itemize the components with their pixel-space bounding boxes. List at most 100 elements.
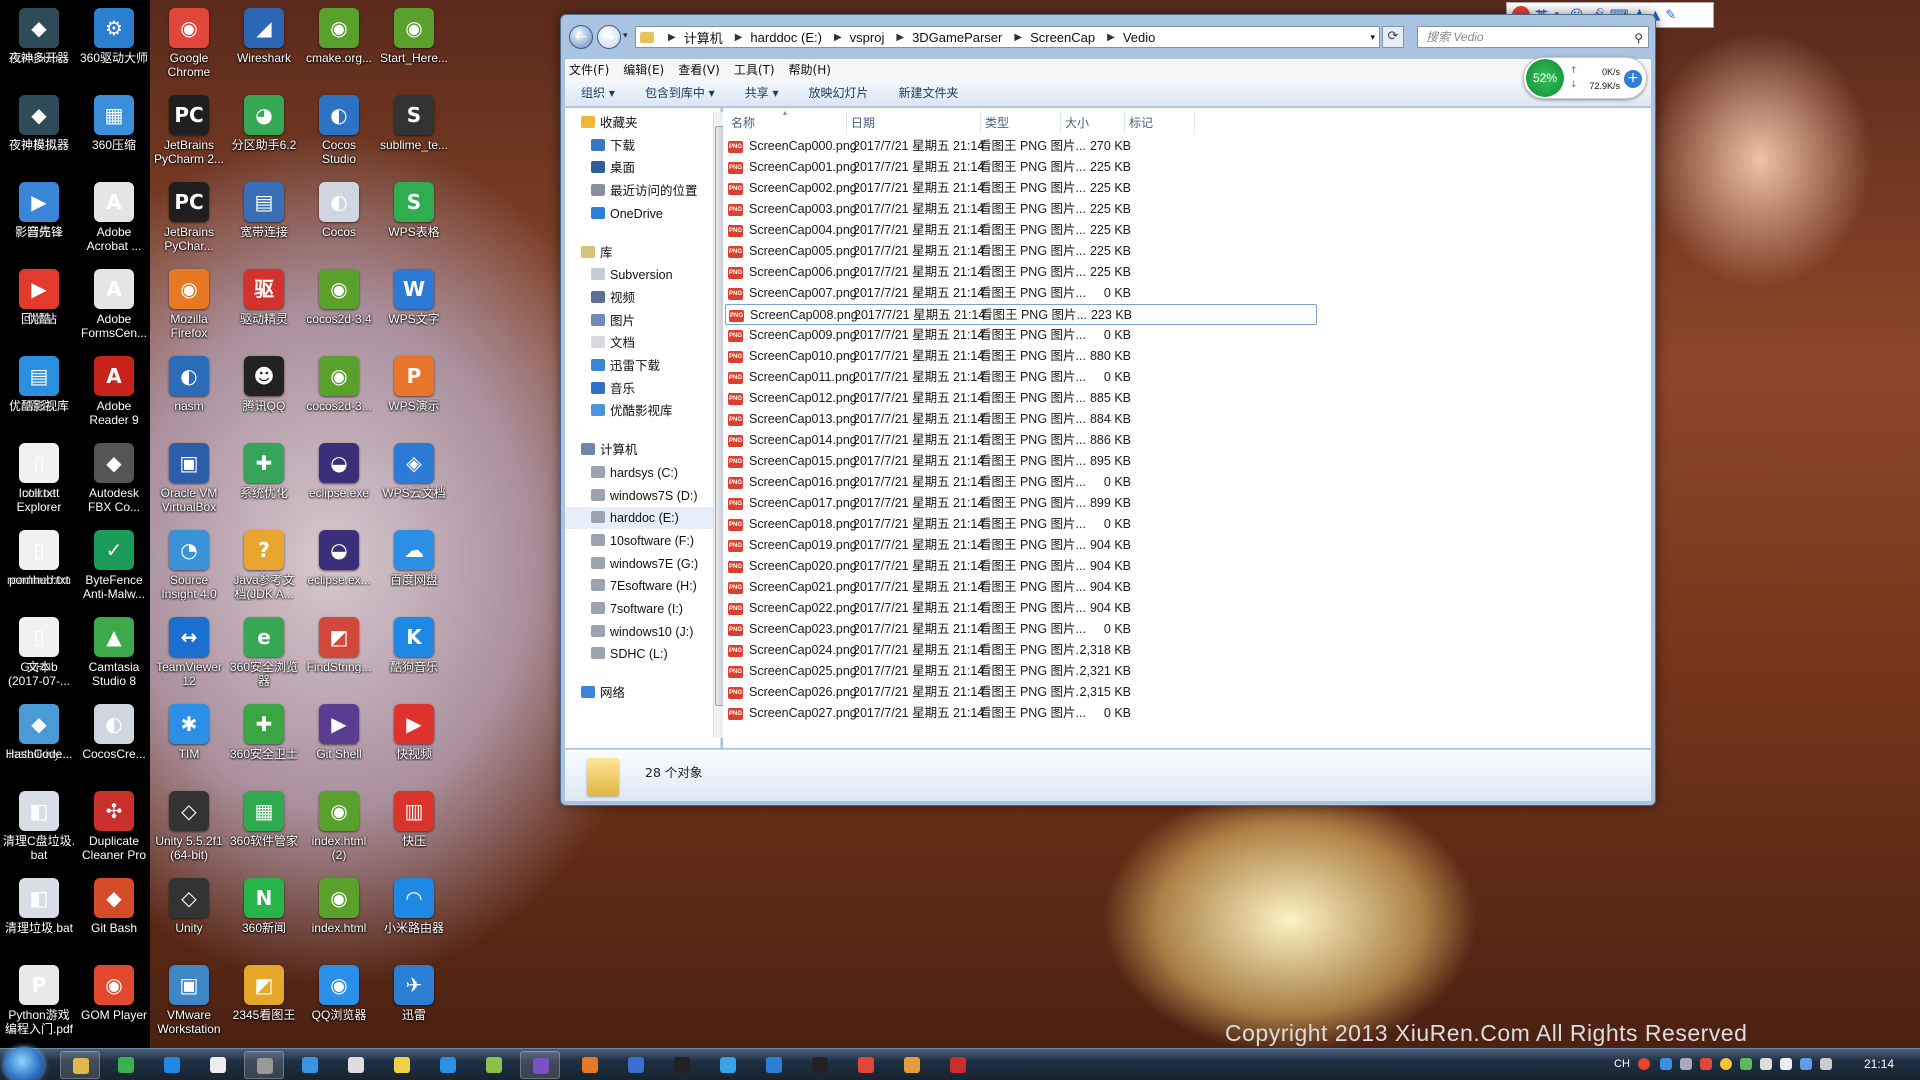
- desktop-icon[interactable]: ◉ cmake.org...: [300, 4, 378, 88]
- file-row[interactable]: PNG ScreenCap012.png 2017/7/21 星期五 21:14 看图…: [725, 388, 1317, 409]
- desktop-icon[interactable]: ☁ 百度网盘: [375, 526, 453, 610]
- menu-item[interactable]: 工具(T): [734, 61, 775, 78]
- tray-icon[interactable]: [1720, 1058, 1732, 1070]
- memory-percent[interactable]: 52%: [1526, 59, 1564, 97]
- nav-item[interactable]: 优酷影视库: [565, 400, 673, 422]
- desktop-icon[interactable]: ◇ Unity: [150, 874, 228, 958]
- desktop-icon[interactable]: ▶ 快视频: [375, 700, 453, 784]
- nav-computer[interactable]: 计算机: [565, 439, 638, 461]
- nav-item[interactable]: Subversion: [565, 264, 673, 286]
- desktop-icon[interactable]: ◔ Source Insight 4.0: [150, 526, 228, 610]
- desktop-icon[interactable]: ◐ Cocos Studio: [300, 91, 378, 175]
- language-indicator[interactable]: CH: [1614, 1058, 1630, 1070]
- desktop-icon[interactable]: ◆ Autodesk FBX Co...: [75, 439, 153, 523]
- taskbar-infinity-button[interactable]: [616, 1051, 656, 1079]
- taskbar-firefox-button[interactable]: [570, 1051, 610, 1079]
- file-row[interactable]: PNG ScreenCap004.png 2017/7/21 星期五 21:14 看图…: [725, 220, 1317, 241]
- forward-button[interactable]: →: [597, 25, 621, 49]
- file-row[interactable]: PNG ScreenCap016.png 2017/7/21 星期五 21:14 看图…: [725, 472, 1317, 493]
- desktop-icon[interactable]: ◕ 分区助手6.2: [225, 91, 303, 175]
- file-row[interactable]: PNG ScreenCap018.png 2017/7/21 星期五 21:14 看图…: [725, 514, 1317, 535]
- desktop-icon[interactable]: A Adobe Reader 9: [75, 352, 153, 436]
- desktop-icon[interactable]: e 360安全浏览 器: [225, 613, 303, 697]
- taskbar-vs-button[interactable]: [520, 1051, 560, 1079]
- file-row[interactable]: PNG ScreenCap022.png 2017/7/21 星期五 21:14 看图…: [725, 598, 1317, 619]
- desktop-icon[interactable]: ▦ 360软件管家: [225, 787, 303, 871]
- desktop-icon[interactable]: ✱ TIM: [150, 700, 228, 784]
- desktop-icon[interactable]: N 360新闻: [225, 874, 303, 958]
- desktop-icon[interactable]: ◉ index.html (2): [300, 787, 378, 871]
- breadcrumb-arrow-icon[interactable]: ▶: [1014, 32, 1022, 43]
- taskbar-chrome-button[interactable]: [846, 1051, 886, 1079]
- nav-item[interactable]: 音乐: [565, 378, 635, 400]
- nav-item[interactable]: 下载: [565, 135, 635, 157]
- taskbar-unity-button[interactable]: [244, 1051, 284, 1079]
- desktop-icon[interactable]: A Adobe FormsCen...: [75, 265, 153, 349]
- column-header[interactable]: 大小: [1061, 112, 1125, 134]
- taskbar-chat-button[interactable]: [382, 1051, 422, 1079]
- desktop-icon[interactable]: ◆ 夜神多开器: [0, 4, 78, 88]
- column-header[interactable]: 日期: [847, 112, 981, 134]
- file-row[interactable]: PNG ScreenCap003.png 2017/7/21 星期五 21:14 看图…: [725, 199, 1317, 220]
- nav-drive[interactable]: 10software (F:): [565, 530, 694, 552]
- address-dropdown-icon[interactable]: ▾: [1370, 32, 1375, 43]
- file-row[interactable]: PNG ScreenCap024.png 2017/7/21 星期五 21:14 看图…: [725, 640, 1317, 661]
- desktop-icon[interactable]: ▯ 文本 (2017-07-...: [0, 613, 78, 697]
- desktop-icon[interactable]: ◐ Cocos: [300, 178, 378, 262]
- desktop-icon[interactable]: ▶ Git Shell: [300, 700, 378, 784]
- desktop-icon[interactable]: ◩ FindString...: [300, 613, 378, 697]
- desktop-icon[interactable]: ◉ cocos2d-3.4: [300, 265, 378, 349]
- taskbar-shield-button[interactable]: [198, 1051, 238, 1079]
- breadcrumb-item[interactable]: 3DGameParser: [912, 30, 1002, 45]
- desktop-icon[interactable]: ◐ nasm: [150, 352, 228, 436]
- desktop-icon[interactable]: ◆ 夜神模拟器: [0, 91, 78, 175]
- desktop-icon[interactable]: ✈ 迅雷: [375, 961, 453, 1045]
- nav-drive[interactable]: windows7S (D:): [565, 485, 698, 507]
- wrench-icon[interactable]: ✎: [1665, 8, 1676, 23]
- taskbar-browser-button[interactable]: [428, 1051, 468, 1079]
- address-bar[interactable]: ▶ 计算机 ▶ harddoc (E:) ▶ vsproj ▶ 3DGameParser ▶ S…: [635, 26, 1380, 48]
- breadcrumb-item[interactable]: Vedio: [1123, 30, 1156, 45]
- nav-network[interactable]: 网络: [565, 682, 625, 704]
- file-row[interactable]: PNG ScreenCap009.png 2017/7/21 星期五 21:14 看图…: [725, 325, 1317, 346]
- back-button[interactable]: ←: [569, 25, 593, 49]
- file-row[interactable]: PNG ScreenCap008.png 2017/7/21 星期五 21:14 看图…: [725, 304, 1317, 325]
- file-row[interactable]: PNG ScreenCap025.png 2017/7/21 星期五 21:14 看图…: [725, 661, 1317, 682]
- desktop-icon[interactable]: ◉ Google Chrome: [150, 4, 228, 88]
- desktop-icon[interactable]: ◒ eclipse.exe: [300, 439, 378, 523]
- search-icon[interactable]: ⚲: [1634, 28, 1643, 48]
- desktop-icon[interactable]: ⚙ 360驱动大师: [75, 4, 153, 88]
- tray-icon[interactable]: [1680, 1058, 1692, 1070]
- desktop-icon[interactable]: ◩ 2345看图王: [225, 961, 303, 1045]
- file-row[interactable]: PNG ScreenCap013.png 2017/7/21 星期五 21:14 看图…: [725, 409, 1317, 430]
- desktop-icon[interactable]: P Python游戏 编程入门.pdf: [0, 961, 78, 1045]
- file-row[interactable]: PNG ScreenCap021.png 2017/7/21 星期五 21:14 看图…: [725, 577, 1317, 598]
- desktop-icon[interactable]: P WPS演示: [375, 352, 453, 436]
- desktop-icon[interactable]: Ssublime_te...: [375, 91, 453, 175]
- desktop-icon[interactable]: ◈ WPS云文档: [375, 439, 453, 523]
- taskbar-qq-button[interactable]: [662, 1051, 702, 1079]
- file-row[interactable]: PNG ScreenCap023.png 2017/7/21 星期五 21:14 看图…: [725, 619, 1317, 640]
- desktop-icon[interactable]: W WPS文字: [375, 265, 453, 349]
- tray-icon[interactable]: [1700, 1058, 1712, 1070]
- file-row[interactable]: PNG ScreenCap010.png 2017/7/21 星期五 21:14 看图…: [725, 346, 1317, 367]
- nav-drive[interactable]: 7Esoftware (H:): [565, 575, 697, 597]
- command-button[interactable]: 新建文件夹: [899, 84, 959, 101]
- sogou-tray-icon[interactable]: [1638, 1058, 1650, 1070]
- desktop-icon[interactable]: ✓ ByteFence Anti-Malw...: [75, 526, 153, 610]
- desktop-icon[interactable]: ↔ TeamViewer 12: [150, 613, 228, 697]
- desktop-icon[interactable]: ◇ Unity 5.5.2f1 (64-bit): [150, 787, 228, 871]
- desktop-icon[interactable]: ◆ HashCode...: [0, 700, 78, 784]
- taskbar-notepad-button[interactable]: [336, 1051, 376, 1079]
- flag-icon[interactable]: [1820, 1058, 1832, 1070]
- file-row[interactable]: PNG ScreenCap017.png 2017/7/21 星期五 21:14 看图…: [725, 493, 1317, 514]
- desktop-icon[interactable]: PC JetBrains PyCharm 2...: [150, 91, 228, 175]
- desktop-icon[interactable]: K 酷狗音乐: [375, 613, 453, 697]
- file-row[interactable]: PNG ScreenCap014.png 2017/7/21 星期五 21:14 看图…: [725, 430, 1317, 451]
- desktop-icon[interactable]: ◧ 清理垃圾.bat: [0, 874, 78, 958]
- command-button[interactable]: 组织 ▾: [581, 84, 615, 101]
- taskbar-android-button[interactable]: [474, 1051, 514, 1079]
- nav-item[interactable]: OneDrive: [565, 203, 663, 225]
- nav-favorites[interactable]: 收藏夹: [565, 112, 638, 134]
- command-button[interactable]: 共享 ▾: [745, 84, 779, 101]
